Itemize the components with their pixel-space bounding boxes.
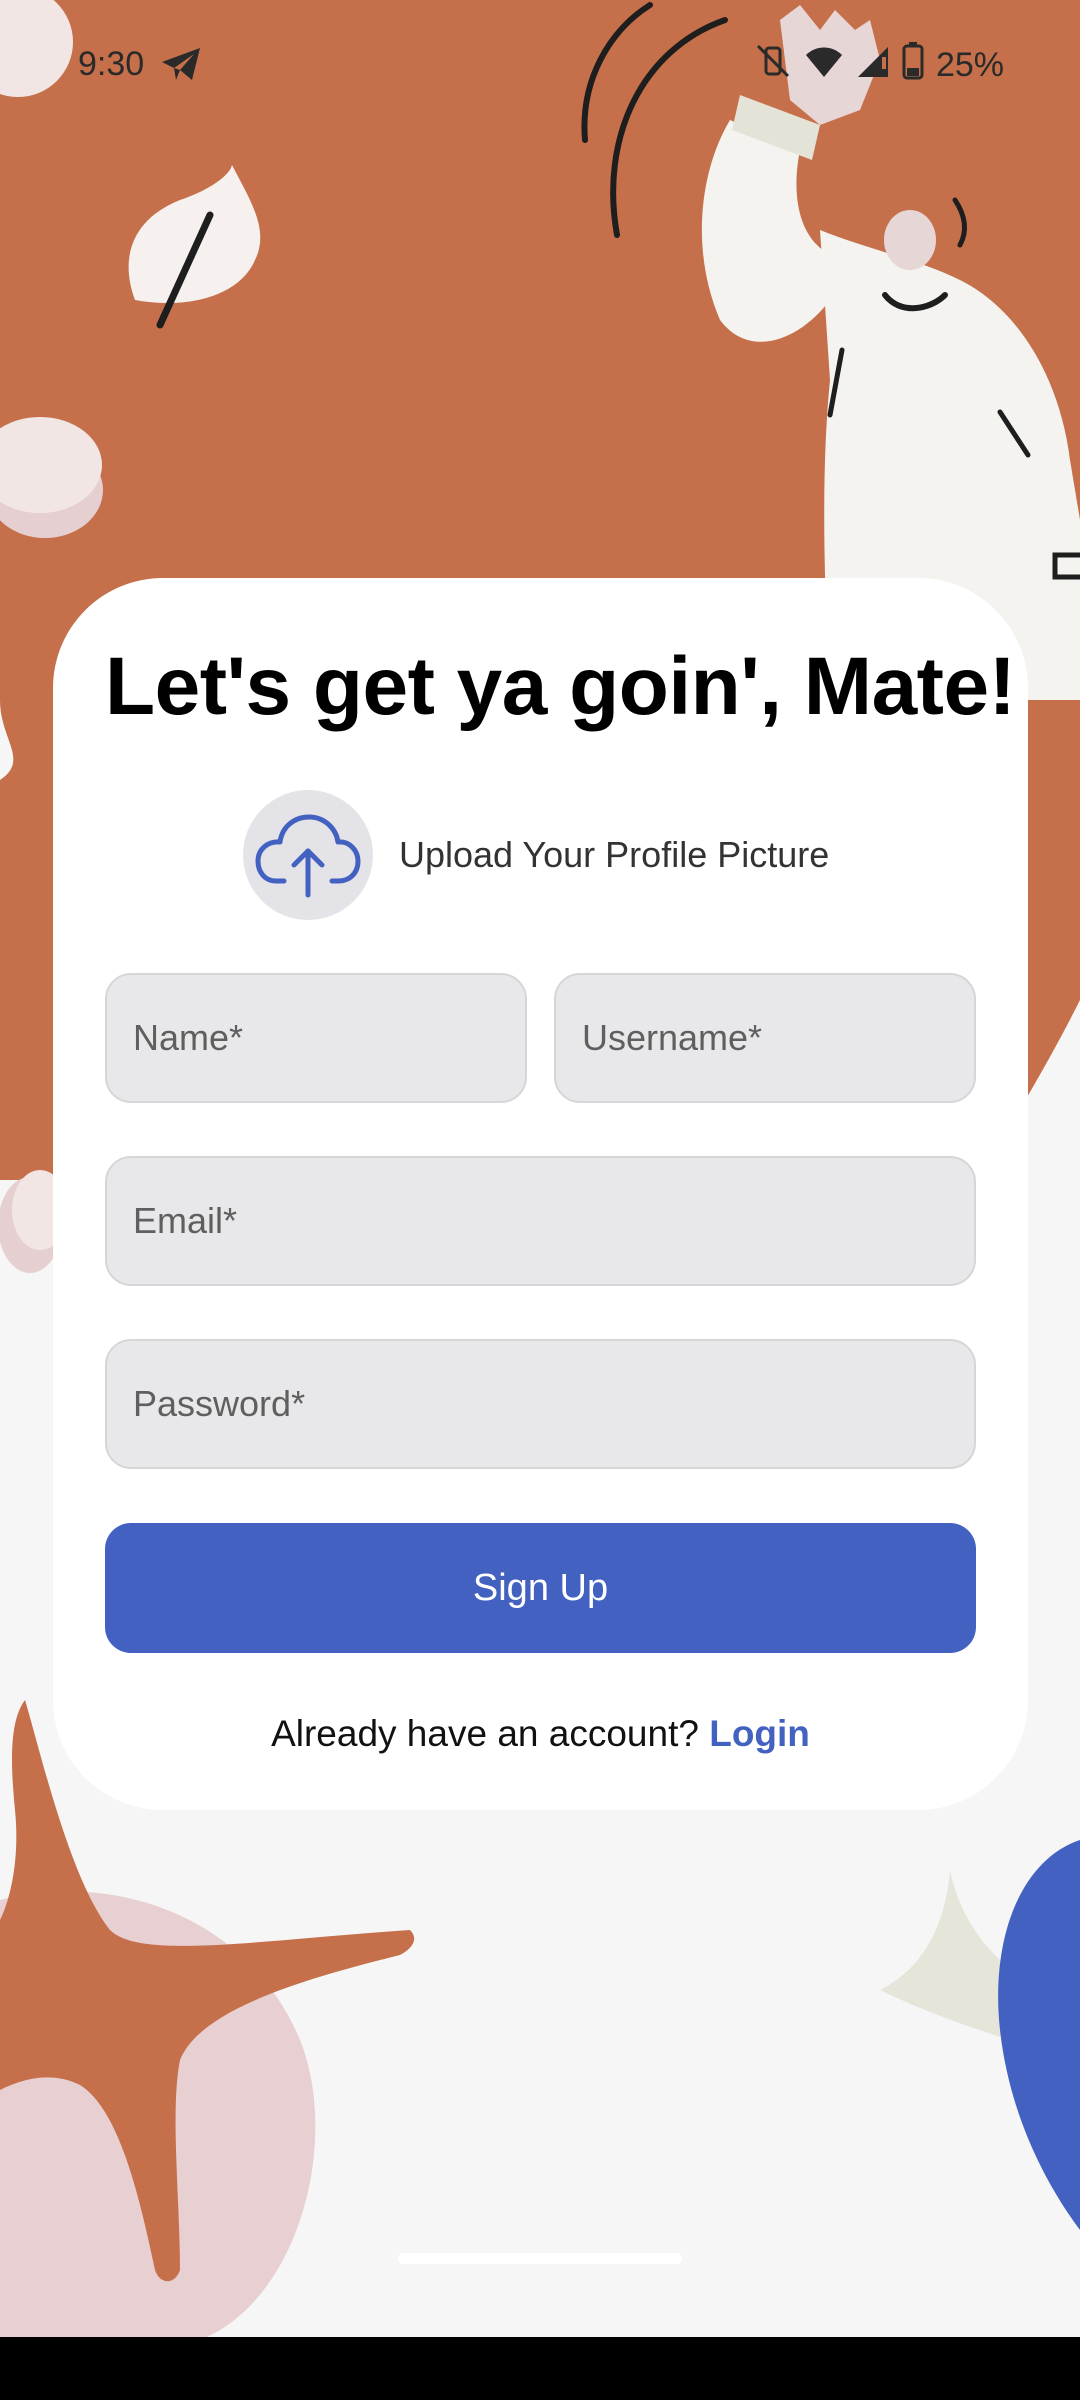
upload-profile-picture-button[interactable]: Upload Your Profile Picture [243, 790, 829, 920]
page-title: Let's get ya goin', Mate! [105, 641, 1016, 732]
status-bar: 9:30 25% [0, 0, 1080, 130]
upload-icon-circle[interactable] [243, 790, 373, 920]
vibrate-off-icon [754, 42, 792, 89]
wifi-icon [804, 43, 844, 88]
battery-percent: 25% [935, 46, 1004, 84]
battery-icon [902, 42, 924, 89]
signup-button[interactable]: Sign Up [105, 1523, 976, 1653]
status-icons: 25% [754, 42, 1004, 89]
email-input[interactable] [105, 1156, 976, 1286]
upload-label[interactable]: Upload Your Profile Picture [399, 834, 829, 876]
blue-planet [998, 1840, 1080, 2230]
status-time: 9:30 [78, 45, 145, 83]
login-link[interactable]: Login [709, 1713, 810, 1754]
cloud-upload-icon [255, 814, 361, 898]
login-prompt-text: Already have an account? [271, 1713, 699, 1754]
login-prompt-line: Already have an account? Login [53, 1713, 1028, 1755]
signup-card: Let's get ya goin', Mate! Upload Your Pr… [53, 578, 1028, 1810]
signal-icon [856, 43, 890, 88]
home-gesture-bar[interactable] [398, 2253, 682, 2264]
name-input[interactable] [105, 973, 527, 1103]
username-input[interactable] [554, 973, 976, 1103]
figure-head [884, 210, 936, 270]
navigation-bar [0, 2337, 1080, 2400]
telegram-icon [160, 46, 202, 91]
password-input[interactable] [105, 1339, 976, 1469]
